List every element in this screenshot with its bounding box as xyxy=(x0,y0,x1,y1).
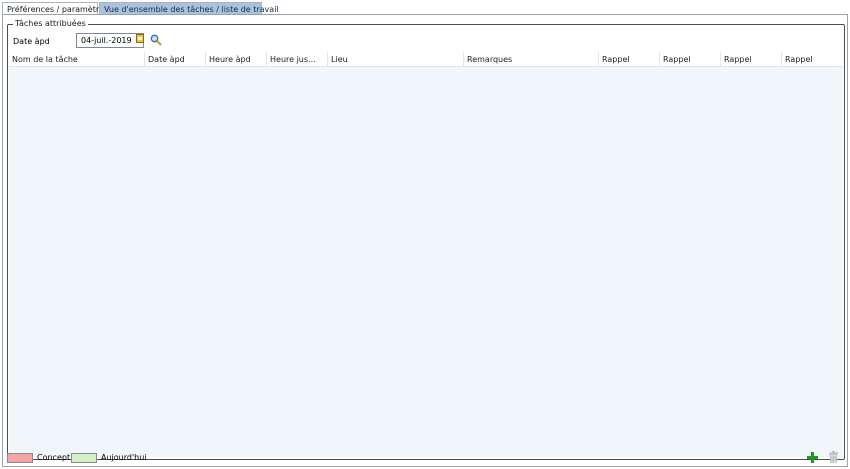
date-from-value: 04-juil.-2019 xyxy=(81,36,132,45)
date-from-field[interactable]: 04-juil.-2019 xyxy=(76,33,144,48)
concept-swatch xyxy=(7,453,33,463)
today-label: Aujourd'hui xyxy=(101,453,147,462)
table-header: Nom de la tâche Date àpd Heure àpd Heure… xyxy=(9,52,843,67)
group-title: Tâches attribuées xyxy=(13,18,88,30)
search-icon[interactable] xyxy=(150,34,162,46)
task-table[interactable]: Nom de la tâche Date àpd Heure àpd Heure… xyxy=(9,52,843,457)
column-header-remarks[interactable]: Remarques xyxy=(464,52,599,67)
column-header-reminder-4[interactable]: Rappel xyxy=(782,52,843,67)
column-header-reminder-1[interactable]: Rappel xyxy=(599,52,660,67)
today-swatch xyxy=(71,453,97,463)
column-header-task-name[interactable]: Nom de la tâche xyxy=(9,52,145,67)
date-from-label: Date àpd xyxy=(13,37,50,46)
calendar-icon[interactable] xyxy=(136,34,144,43)
column-header-reminder-3[interactable]: Rappel xyxy=(721,52,782,67)
assigned-tasks-group: Tâches attribuées Date àpd 04-juil.-2019… xyxy=(7,18,845,460)
column-header-date-from[interactable]: Date àpd xyxy=(145,52,206,67)
concept-label: Concept xyxy=(37,453,71,462)
tab-bar: Préférences / paramètres Vue d'ensemble … xyxy=(0,0,850,15)
column-header-reminder-2[interactable]: Rappel xyxy=(660,52,721,67)
plus-icon[interactable] xyxy=(807,452,818,463)
tab-panel: Tâches attribuées Date àpd 04-juil.-2019… xyxy=(2,14,848,467)
column-header-time-from[interactable]: Heure àpd xyxy=(206,52,267,67)
column-header-location[interactable]: Lieu xyxy=(328,52,464,67)
column-header-time-until[interactable]: Heure jus... xyxy=(267,52,328,67)
trash-icon[interactable] xyxy=(828,451,839,463)
